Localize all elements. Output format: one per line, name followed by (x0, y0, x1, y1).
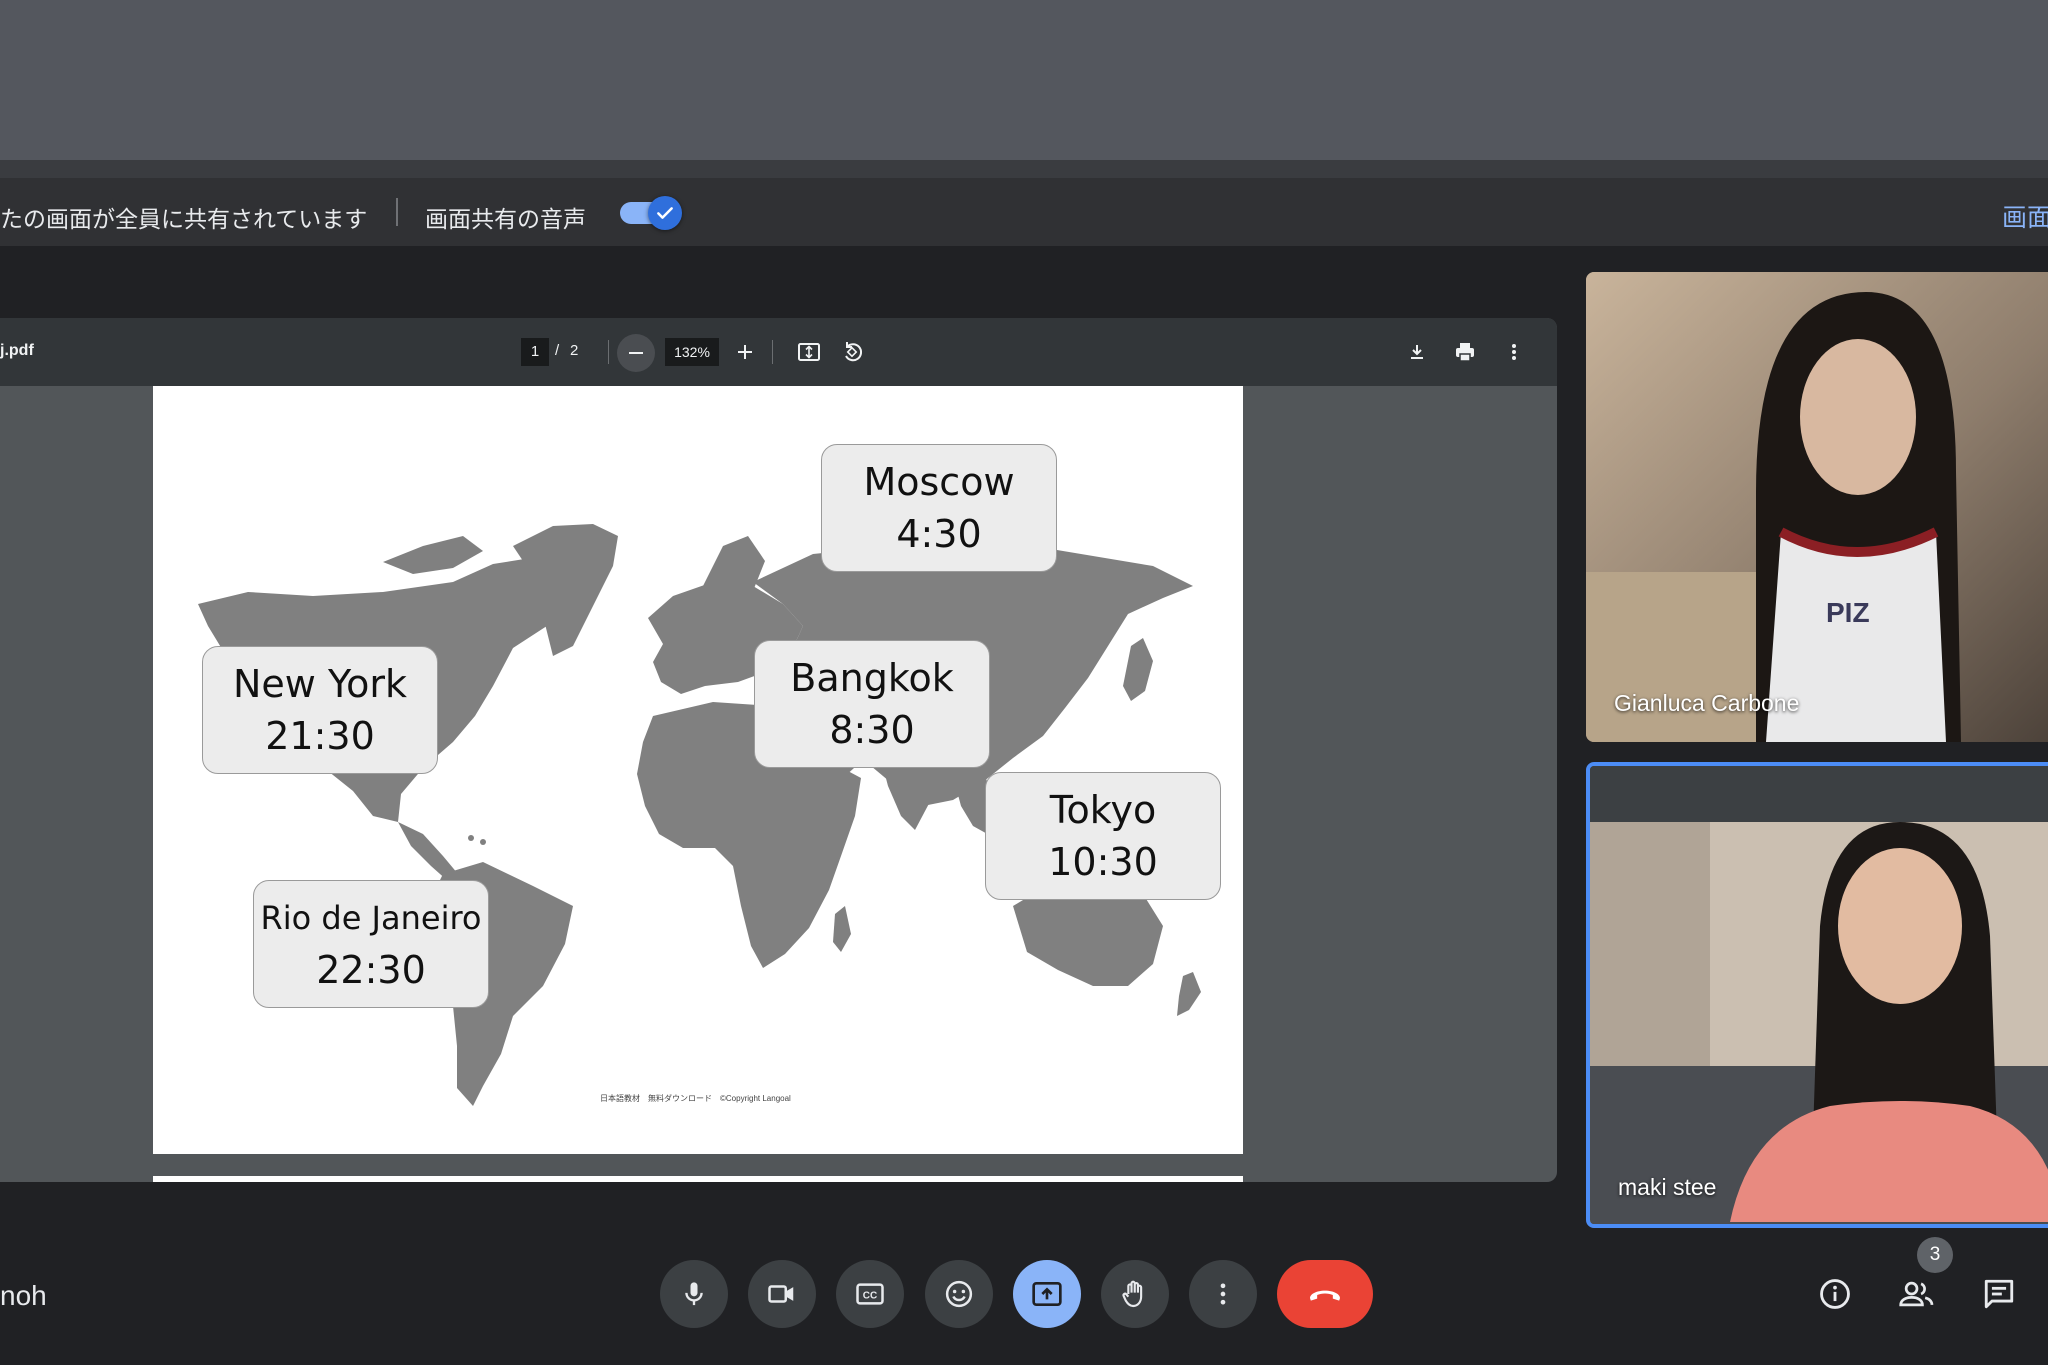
camera-icon (768, 1285, 794, 1303)
captions-icon: CC (856, 1283, 884, 1305)
city-name: Tokyo (1049, 788, 1157, 832)
people-icon (1899, 1281, 1934, 1307)
present-icon (1032, 1282, 1062, 1306)
people-button[interactable] (1895, 1272, 1939, 1316)
camera-button[interactable] (748, 1260, 816, 1328)
pdf-viewer: j.pdf 1 / 2 132% Moscow 4:30 New York 21… (0, 318, 1557, 1182)
city-time: 22:30 (316, 948, 426, 992)
zoom-out-icon (629, 352, 643, 354)
meeting-details-button[interactable] (1813, 1272, 1857, 1316)
info-icon (1820, 1279, 1850, 1309)
city-name: Rio de Janeiro (260, 899, 482, 937)
copyright-text: 日本語教材 無料ダウンロード ©Copyright Langoal (600, 1094, 791, 1103)
emoji-button[interactable] (925, 1260, 993, 1328)
city-label-rio-de-janeiro: Rio de Janeiro 22:30 (253, 880, 489, 1008)
city-name: Moscow (863, 460, 1015, 504)
top-background (0, 0, 2048, 160)
more-options-icon (1220, 1283, 1226, 1305)
zoom-in-button[interactable] (729, 336, 761, 368)
participant-tile-active[interactable]: maki stee (1586, 762, 2048, 1228)
share-audio-toggle[interactable] (620, 196, 682, 230)
city-time: 10:30 (1048, 840, 1158, 884)
city-time: 8:30 (829, 708, 915, 752)
fit-page-button[interactable] (793, 336, 825, 368)
svg-text:CC: CC (863, 1290, 877, 1301)
city-time: 21:30 (265, 714, 375, 758)
toolbar-divider (608, 340, 609, 364)
more-options-button[interactable] (1498, 336, 1530, 368)
city-label-new-york: New York 21:30 (202, 646, 438, 774)
end-call-icon (1310, 1290, 1340, 1301)
more-vert-icon (1512, 344, 1516, 360)
pdf-toolbar: j.pdf 1 / 2 132% (0, 318, 1557, 386)
page-separator: / (555, 342, 560, 359)
zoom-in-icon (738, 345, 752, 359)
chat-icon (1984, 1279, 2014, 1309)
zoom-out-button[interactable] (617, 334, 655, 372)
meeting-self-name: noh (0, 1280, 47, 1311)
participant-name: Gianluca Carbone (1614, 690, 1800, 716)
city-name: Bangkok (790, 656, 954, 700)
raise-hand-button[interactable] (1101, 1260, 1169, 1328)
city-label-bangkok: Bangkok 8:30 (754, 640, 990, 768)
rotate-button[interactable] (836, 336, 868, 368)
banner-divider (396, 198, 398, 226)
people-count-badge: 3 (1917, 1237, 1953, 1273)
city-label-moscow: Moscow 4:30 (821, 444, 1057, 572)
share-audio-label: 画面共有の音声 (425, 207, 586, 233)
page-total: 2 (570, 342, 579, 359)
pdf-page: Moscow 4:30 New York 21:30 Bangkok 8:30 … (153, 386, 1243, 1154)
city-label-tokyo: Tokyo 10:30 (985, 772, 1221, 900)
participant-name: maki stee (1618, 1174, 1717, 1200)
print-button[interactable] (1449, 336, 1481, 368)
participant-video: PIZ (1586, 272, 2048, 742)
emoji-icon (945, 1280, 973, 1308)
stop-presenting-link[interactable]: 画面 (2002, 198, 2048, 234)
sharing-message: たの画面が全員に共有されています (0, 207, 368, 233)
mic-icon (685, 1282, 703, 1306)
city-time: 4:30 (896, 512, 982, 556)
mic-button[interactable] (660, 1260, 728, 1328)
raise-hand-icon (1122, 1280, 1143, 1308)
check-icon (648, 196, 682, 230)
end-call-button[interactable] (1277, 1260, 1373, 1328)
participant-video (1590, 766, 2048, 1224)
top-divider (0, 160, 2048, 178)
print-icon (1456, 343, 1474, 362)
page-number-input[interactable]: 1 (521, 338, 549, 366)
pdf-page-2-edge (153, 1176, 1243, 1182)
participant-tile[interactable]: PIZ Gianluca Carbone (1586, 272, 2048, 742)
chat-button[interactable] (1977, 1272, 2021, 1316)
pdf-filename: j.pdf (0, 342, 34, 359)
svg-text:PIZ: PIZ (1826, 597, 1870, 628)
captions-button[interactable]: CC (836, 1260, 904, 1328)
rotate-icon (845, 342, 863, 362)
bottom-control-bar: noh CC 3 (0, 1228, 2048, 1365)
zoom-level-input[interactable]: 132% (665, 338, 719, 366)
present-button[interactable] (1013, 1260, 1081, 1328)
fit-page-icon (798, 343, 820, 361)
city-name: New York (232, 662, 407, 706)
presenting-banner: たの画面が全員に共有されています 画面共有の音声 画面 (0, 178, 2048, 246)
download-icon (1411, 345, 1423, 359)
download-button[interactable] (1401, 336, 1433, 368)
toolbar-divider (772, 340, 773, 364)
more-options-button[interactable] (1189, 1260, 1257, 1328)
